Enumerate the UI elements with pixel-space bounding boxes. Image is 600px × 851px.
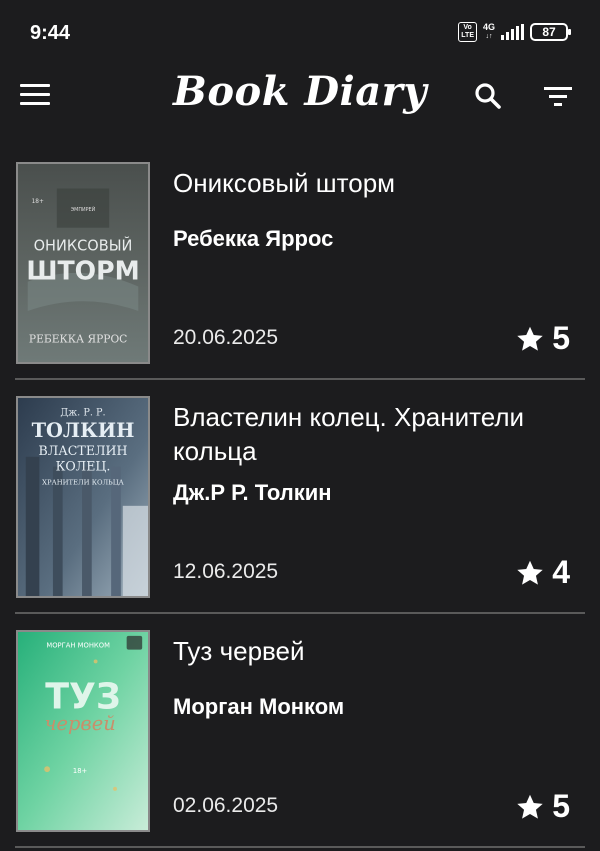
book-cover: Дж. Р. Р. ТОЛКИН ВЛАСТЕЛИН КОЛЕЦ. ХРАНИТ… xyxy=(16,396,150,598)
book-date: 20.06.2025 xyxy=(173,326,279,349)
book-author: Морган Монком xyxy=(173,694,345,719)
book-rating: 5 xyxy=(516,320,570,357)
cover-line2: ТОЛКИН xyxy=(32,419,135,442)
search-icon[interactable] xyxy=(470,78,506,114)
volte-icon: Vo LTE xyxy=(458,22,477,42)
network-type-label: 4G xyxy=(482,22,495,32)
app-title: Book Diary xyxy=(173,68,427,115)
cover-line1: ОНИКСОВЫЙ xyxy=(34,236,133,254)
cover-author: МОРГАН МОНКОМ xyxy=(46,642,110,650)
book-title: Туз червей xyxy=(173,636,305,666)
book-item[interactable]: ЭМПИРЕЙ 18+ ОНИКСОВЫЙ ШТОРМ РЕБЕККА ЯРРО… xyxy=(0,146,600,380)
battery-level: 87 xyxy=(542,25,556,39)
status-time: 9:44 xyxy=(30,22,71,44)
book-author: Ребекка Яррос xyxy=(173,226,334,251)
signal-strength-icon xyxy=(501,24,524,40)
book-list: ЭМПИРЕЙ 18+ ОНИКСОВЫЙ ШТОРМ РЕБЕККА ЯРРО… xyxy=(0,146,600,848)
book-item[interactable]: Дж. Р. Р. ТОЛКИН ВЛАСТЕЛИН КОЛЕЦ. ХРАНИТ… xyxy=(0,380,600,614)
cover-badge: 18+ xyxy=(32,199,44,205)
cover-top-text: ЭМПИРЕЙ xyxy=(71,206,96,213)
star-icon xyxy=(517,560,543,585)
status-bar: 9:44 Vo LTE 4G ↓↑ 87 xyxy=(0,0,600,64)
book-rating: 4 xyxy=(516,554,570,591)
book-item[interactable]: МОРГАН МОНКОМ ТУЗ червей 18+ Туз червей … xyxy=(0,614,600,848)
network-type-icon: 4G ↓↑ xyxy=(482,22,495,41)
rating-value: 4 xyxy=(552,554,570,590)
cover-line1: Дж. Р. Р. xyxy=(60,408,105,419)
book-cover: ЭМПИРЕЙ 18+ ОНИКСОВЫЙ ШТОРМ РЕБЕККА ЯРРО… xyxy=(16,162,150,364)
rating-value: 5 xyxy=(552,788,570,824)
book-title: Властелин колец. Хранители кольца xyxy=(173,402,525,466)
cover-line4: КОЛЕЦ. xyxy=(56,458,111,473)
cover-line2: ШТОРМ xyxy=(26,256,139,286)
cover-line3: ВЛАСТЕЛИН xyxy=(39,443,128,458)
book-date: 02.06.2025 xyxy=(173,794,279,817)
book-rating: 5 xyxy=(516,788,570,825)
rating-value: 5 xyxy=(552,320,570,356)
divider xyxy=(15,846,585,848)
cover-line2: червей xyxy=(44,712,115,735)
filter-sort-icon[interactable] xyxy=(540,78,576,114)
cover-author: РЕБЕККА ЯРРОС xyxy=(29,332,127,345)
book-title: Ониксовый шторм xyxy=(173,168,396,198)
cover-badge: 18+ xyxy=(73,767,87,775)
book-cover: МОРГАН МОНКОМ ТУЗ червей 18+ xyxy=(16,630,150,832)
app-bar: Book Diary xyxy=(0,64,600,128)
status-icons: Vo LTE 4G ↓↑ 87 xyxy=(458,22,571,42)
cover-line5: ХРАНИТЕЛИ КОЛЬЦА xyxy=(42,478,124,486)
star-icon xyxy=(517,794,543,819)
star-icon xyxy=(517,326,543,351)
battery-icon: 87 xyxy=(530,23,571,41)
book-date: 12.06.2025 xyxy=(173,560,279,583)
book-author: Дж.Р Р. Толкин xyxy=(173,480,332,505)
